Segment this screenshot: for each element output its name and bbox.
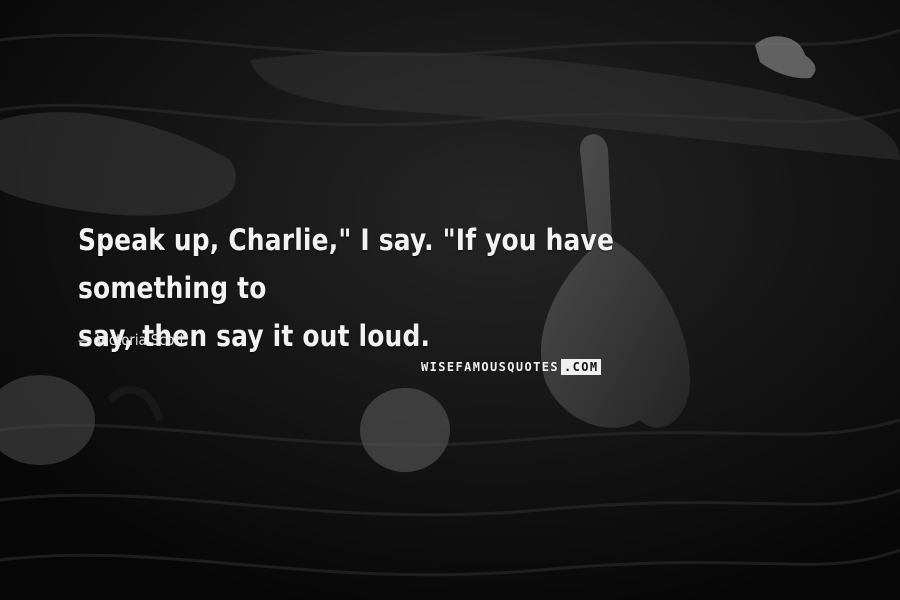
quote-line-1: Speak up, Charlie," I say. "If you have …	[78, 223, 615, 305]
watermark-com-text: .COM	[561, 359, 601, 375]
author-name[interactable]: Victoria Scott	[96, 331, 184, 349]
watermark-main-text: WISEFAMOUSQUOTES	[421, 360, 559, 374]
author-dash: —	[78, 331, 92, 349]
watermark-logo: WISEFAMOUSQUOTES .COM	[421, 359, 601, 375]
author-attribution: — Victoria Scott	[78, 330, 185, 350]
quote-card: Speak up, Charlie," I say. "If you have …	[0, 0, 900, 600]
